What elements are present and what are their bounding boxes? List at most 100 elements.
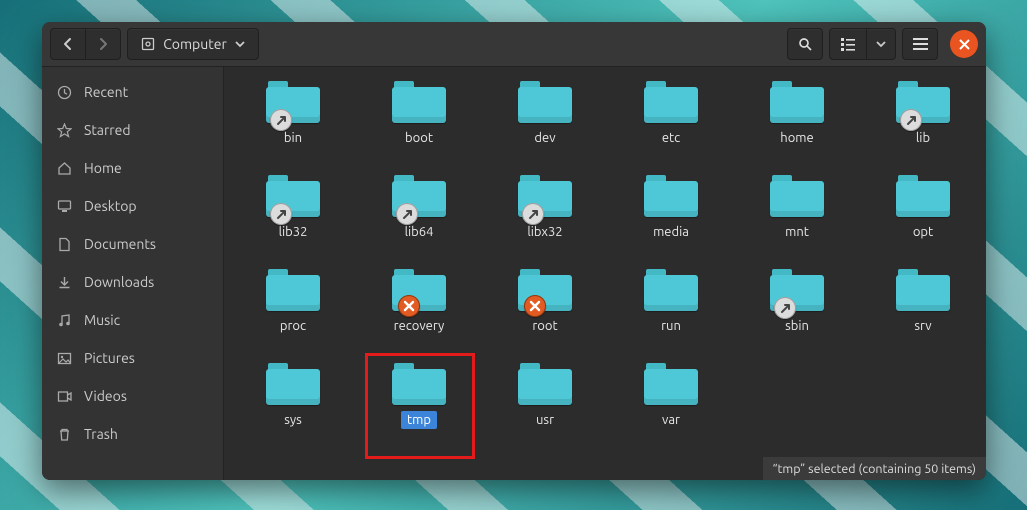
folder-label: bin — [278, 129, 308, 147]
sidebar-item-home[interactable]: Home — [42, 149, 223, 187]
music-icon — [56, 312, 72, 328]
folder-label: lib32 — [273, 223, 314, 241]
folder-icon — [518, 81, 572, 123]
view-buttons — [829, 28, 896, 60]
folder-libx32[interactable]: libx32 — [482, 171, 608, 265]
titlebar: Computer — [42, 22, 986, 67]
folder-mnt[interactable]: mnt — [734, 171, 860, 265]
folder-label: srv — [908, 317, 937, 335]
folder-label: etc — [656, 129, 686, 147]
disk-icon — [141, 37, 155, 51]
trash-icon — [56, 426, 72, 442]
sidebar: Recent Starred Home Desktop Documents Downloa… — [42, 67, 224, 480]
folder-recovery[interactable]: recovery — [356, 265, 482, 359]
chevron-right-icon — [96, 37, 110, 51]
folder-media[interactable]: media — [608, 171, 734, 265]
folder-etc[interactable]: etc — [608, 77, 734, 171]
symlink-emblem-icon — [774, 297, 796, 319]
folder-label: dev — [528, 129, 561, 147]
folder-tmp[interactable]: tmp — [356, 359, 482, 453]
folder-icon — [518, 363, 572, 405]
folder-icon — [896, 175, 950, 217]
folder-run[interactable]: run — [608, 265, 734, 359]
folder-label: lib — [910, 129, 936, 147]
sidebar-item-recent[interactable]: Recent — [42, 73, 223, 111]
folder-lib[interactable]: lib — [860, 77, 986, 171]
folder-srv[interactable]: srv — [860, 265, 986, 359]
sidebar-item-downloads[interactable]: Downloads — [42, 263, 223, 301]
sidebar-item-trash[interactable]: Trash — [42, 415, 223, 453]
sidebar-item-pictures[interactable]: Pictures — [42, 339, 223, 377]
symlink-emblem-icon — [900, 109, 922, 131]
folder-bin[interactable]: bin — [230, 77, 356, 171]
sidebar-item-starred[interactable]: Starred — [42, 111, 223, 149]
folder-icon — [392, 175, 446, 217]
hamburger-menu-button[interactable] — [902, 28, 938, 60]
back-button[interactable] — [50, 28, 86, 60]
sidebar-item-label: Downloads — [84, 274, 154, 290]
close-button[interactable] — [950, 30, 978, 58]
folder-var[interactable]: var — [608, 359, 734, 453]
nav-buttons — [50, 28, 121, 60]
folder-label: lib64 — [399, 223, 440, 241]
sidebar-item-documents[interactable]: Documents — [42, 225, 223, 263]
downloads-icon — [56, 274, 72, 290]
folder-icon — [896, 269, 950, 311]
sidebar-item-label: Recent — [84, 84, 128, 100]
folder-icon — [518, 269, 572, 311]
folder-boot[interactable]: boot — [356, 77, 482, 171]
close-icon — [959, 39, 970, 50]
sidebar-item-label: Documents — [84, 236, 156, 252]
folder-label: boot — [399, 129, 439, 147]
sidebar-item-label: Home — [84, 160, 122, 176]
status-bar: “tmp” selected (containing 50 items) — [763, 457, 987, 480]
folder-icon — [266, 175, 320, 217]
folder-icon — [392, 269, 446, 311]
chevron-down-icon — [876, 39, 886, 49]
hamburger-icon — [913, 38, 928, 50]
forward-button[interactable] — [86, 28, 121, 60]
content-area[interactable]: bin boot dev etc home lib lib32 lib64 libx32medi… — [224, 67, 986, 480]
folder-icon — [644, 81, 698, 123]
folder-label: sys — [278, 411, 308, 429]
sidebar-item-label: Trash — [84, 426, 118, 442]
folder-home[interactable]: home — [734, 77, 860, 171]
symlink-emblem-icon — [522, 203, 544, 225]
folder-icon — [644, 175, 698, 217]
folder-dev[interactable]: dev — [482, 77, 608, 171]
folder-label: opt — [907, 223, 939, 241]
folder-sbin[interactable]: sbin — [734, 265, 860, 359]
folder-lib32[interactable]: lib32 — [230, 171, 356, 265]
folder-proc[interactable]: proc — [230, 265, 356, 359]
view-options-button[interactable] — [867, 28, 896, 60]
sidebar-item-desktop[interactable]: Desktop — [42, 187, 223, 225]
folder-label: root — [526, 317, 563, 335]
symlink-emblem-icon — [270, 203, 292, 225]
folder-icon — [896, 81, 950, 123]
folder-icon — [644, 363, 698, 405]
clock-icon — [56, 84, 72, 100]
folder-root[interactable]: root — [482, 265, 608, 359]
folder-label: proc — [274, 317, 312, 335]
sidebar-item-music[interactable]: Music — [42, 301, 223, 339]
folder-label: mnt — [779, 223, 815, 241]
chevron-left-icon — [61, 37, 75, 51]
icon-grid: bin boot dev etc home lib lib32 lib64 libx32medi… — [224, 67, 986, 453]
folder-sys[interactable]: sys — [230, 359, 356, 453]
view-toggle-button[interactable] — [829, 28, 867, 60]
folder-icon — [392, 363, 446, 405]
search-button[interactable] — [787, 28, 823, 60]
path-bar[interactable]: Computer — [127, 28, 259, 60]
folder-label: home — [774, 129, 819, 147]
folder-label: tmp — [401, 411, 437, 429]
symlink-emblem-icon — [396, 203, 418, 225]
folder-label: recovery — [388, 317, 451, 335]
folder-icon — [266, 81, 320, 123]
folder-lib64[interactable]: lib64 — [356, 171, 482, 265]
path-label: Computer — [163, 36, 227, 52]
folder-opt[interactable]: opt — [860, 171, 986, 265]
sidebar-item-videos[interactable]: Videos — [42, 377, 223, 415]
folder-usr[interactable]: usr — [482, 359, 608, 453]
folder-icon — [644, 269, 698, 311]
desktop-icon — [56, 198, 72, 214]
